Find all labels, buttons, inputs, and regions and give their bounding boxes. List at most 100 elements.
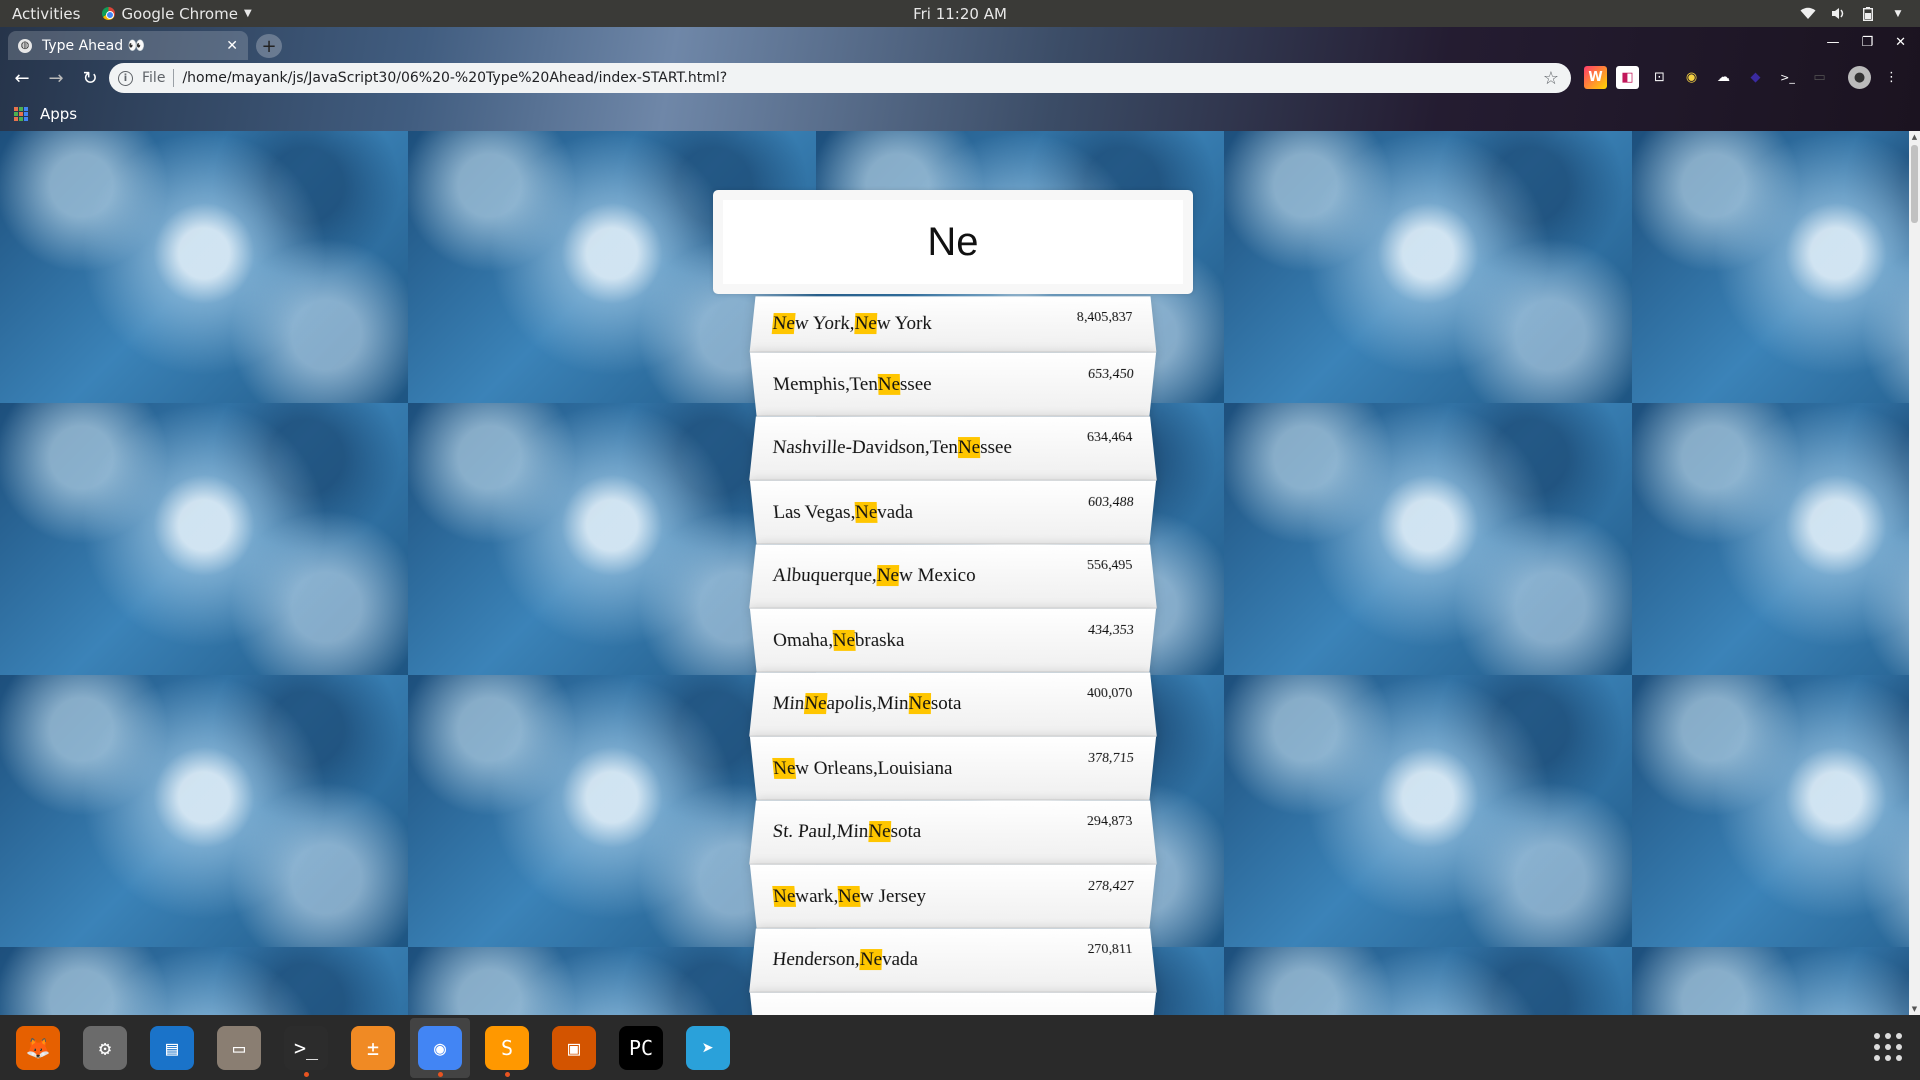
- dock-item[interactable]: ◉: [410, 1017, 470, 1078]
- suggestion-place: Memphis,TenNessee: [772, 373, 932, 395]
- reload-button[interactable]: ↻: [76, 64, 104, 92]
- extension-cloud-icon[interactable]: ☁: [1712, 66, 1735, 89]
- suggestion-item[interactable]: Memphis,TenNessee 653,450: [749, 352, 1157, 417]
- suggestion-item[interactable]: Albuquerque,New Mexico 556,495: [749, 544, 1157, 609]
- ubuntu-dock: 🦊 ⚙ ▤ ▭ >_ ± ◉ S ▣ PC ➤: [0, 1015, 1920, 1080]
- restore-icon[interactable]: ❐: [1861, 35, 1873, 50]
- place-text: ssee: [899, 373, 932, 395]
- scroll-down-arrow-icon[interactable]: ▼: [1909, 1003, 1920, 1015]
- dock-item[interactable]: ▭: [209, 1018, 269, 1078]
- tab-strip: ◍ Type Ahead 👀 ✕ + — ❐ ✕: [0, 27, 1920, 60]
- suggestion-place: Omaha,Nebraska: [772, 629, 905, 651]
- files-icon: ▭: [217, 1025, 261, 1070]
- firefox-icon: 🦊: [16, 1025, 60, 1070]
- place-text: Min: [771, 692, 806, 714]
- extension-palette-icon[interactable]: ◧: [1616, 66, 1639, 89]
- suggestion-place: MinNeapolis,MinNesota: [771, 692, 962, 715]
- dock-item[interactable]: ➤: [678, 1018, 738, 1078]
- minimize-icon[interactable]: —: [1826, 35, 1839, 50]
- suggestion-item[interactable]: New Orleans,Louisiana 378,715: [749, 736, 1157, 801]
- running-indicator: [303, 1071, 309, 1077]
- suggestion-place: Henderson,Nevada: [772, 948, 919, 971]
- search-form: New York,New York8,405,837Memphis,TenNes…: [713, 190, 1193, 1015]
- extension-terminal-icon[interactable]: >_: [1776, 66, 1799, 89]
- highlighted-match: Ne: [876, 564, 900, 586]
- search-input[interactable]: [723, 200, 1183, 284]
- window-controls: — ❐ ✕: [1826, 35, 1906, 50]
- extension-w-icon[interactable]: W: [1584, 66, 1607, 89]
- dock-item[interactable]: >_: [276, 1018, 336, 1078]
- suggestion-item[interactable]: St. Paul,MinNesota 294,873: [749, 800, 1157, 865]
- settings-icon: ⚙: [83, 1025, 127, 1070]
- highlighted-match: Ne: [957, 436, 981, 458]
- suggestions-list: New York,New York 8,405,837 Memphis,TenNes…: [749, 294, 1157, 1015]
- extension-yellow-icon[interactable]: ◉: [1680, 66, 1703, 89]
- page-viewport: New York,New York8,405,837Memphis,TenNes…: [0, 131, 1909, 1015]
- place-text: Memphis,Ten: [772, 373, 879, 395]
- bookmark-apps[interactable]: Apps: [40, 105, 77, 123]
- system-menu-chevron-icon[interactable]: ▼: [1890, 7, 1906, 21]
- app-menu[interactable]: Google Chrome ▼: [102, 5, 252, 23]
- suggestion-population: 270,811: [1087, 942, 1134, 957]
- dock-item[interactable]: ±: [343, 1018, 403, 1078]
- suggestion-item[interactable]: Omaha,Nebraska 434,353: [749, 608, 1157, 673]
- info-icon[interactable]: i: [118, 70, 133, 86]
- globe-icon: ◍: [18, 38, 32, 53]
- gnome-top-bar: Activities Google Chrome ▼ Fri 11:20 AM …: [0, 0, 1920, 27]
- dock-item[interactable]: ⚙: [75, 1018, 135, 1078]
- suggestion-item[interactable]: Henderson,Nevada 270,811: [749, 928, 1157, 993]
- bookmark-star-icon[interactable]: ☆: [1543, 68, 1559, 89]
- page-scrollbar[interactable]: ▲ ▼: [1909, 131, 1920, 1015]
- scrollbar-thumb[interactable]: [1911, 145, 1918, 223]
- show-applications-icon[interactable]: [1874, 1033, 1902, 1061]
- place-text: vada: [881, 948, 919, 970]
- suggestion-place: Las Vegas,Nevada: [772, 501, 913, 523]
- activities-button[interactable]: Activities: [12, 5, 80, 23]
- tab-title: Type Ahead 👀: [42, 37, 146, 54]
- extension-cast-icon[interactable]: ▭: [1808, 66, 1831, 89]
- chrome-icon: [102, 7, 116, 20]
- dock-item[interactable]: ▣: [544, 1018, 604, 1078]
- suggestion-population: 278,427: [1087, 878, 1135, 894]
- suggestion-item[interactable]: [749, 992, 1157, 1015]
- new-tab-button[interactable]: +: [256, 34, 282, 58]
- apps-grid-icon[interactable]: [14, 106, 28, 121]
- dock-item[interactable]: ▤: [142, 1018, 202, 1078]
- highlighted-match: Ne: [908, 692, 931, 714]
- place-text: w Orleans,Louisiana: [794, 757, 953, 779]
- dock-item[interactable]: PC: [611, 1018, 671, 1078]
- system-tray[interactable]: ▼: [1800, 6, 1906, 21]
- terminal-icon: >_: [284, 1025, 328, 1070]
- place-text: w York: [876, 312, 932, 334]
- dock-item[interactable]: 🦊: [8, 1018, 68, 1078]
- scroll-up-arrow-icon[interactable]: ▲: [1909, 131, 1920, 143]
- suggestion-item[interactable]: Newark,New Jersey 278,427: [749, 864, 1157, 929]
- forward-button[interactable]: →: [42, 64, 70, 92]
- profile-avatar[interactable]: ●: [1848, 66, 1871, 89]
- wifi-icon[interactable]: [1800, 7, 1816, 21]
- place-text: wark,: [794, 885, 839, 907]
- clock[interactable]: Fri 11:20 AM: [0, 5, 1920, 23]
- dock-item[interactable]: S: [477, 1018, 537, 1078]
- place-text: w Jersey: [859, 885, 927, 907]
- suggestion-population: 8,405,837: [1076, 310, 1134, 326]
- kebab-menu-icon[interactable]: ⋮: [1880, 66, 1903, 89]
- suggestion-item[interactable]: New York,New York 8,405,837: [749, 296, 1157, 353]
- close-window-icon[interactable]: ✕: [1895, 35, 1906, 50]
- browser-toolbar: ← → ↻ i File /home/mayank/js/JavaScript3…: [0, 60, 1920, 96]
- suggestion-item[interactable]: Las Vegas,Nevada 603,488: [749, 480, 1157, 545]
- address-bar[interactable]: i File /home/mayank/js/JavaScript30/06%2…: [109, 63, 1571, 93]
- close-tab-icon[interactable]: ✕: [226, 38, 238, 54]
- back-button[interactable]: ←: [8, 64, 36, 92]
- highlighted-match: Ne: [771, 312, 796, 334]
- volume-icon[interactable]: [1830, 7, 1846, 21]
- place-text: Las Vegas,: [772, 501, 856, 523]
- tab-type-ahead[interactable]: ◍ Type Ahead 👀 ✕: [8, 31, 248, 60]
- suggestion-item[interactable]: Nashville-Davidson,TenNessee 634,464: [749, 416, 1157, 481]
- extension-screenshot-icon[interactable]: ⊡: [1648, 66, 1671, 89]
- place-text: St. Paul,Min: [771, 820, 869, 842]
- extension-diamond-icon[interactable]: ◆: [1744, 66, 1767, 89]
- suggestion-item[interactable]: MinNeapolis,MinNesota 400,070: [749, 672, 1157, 737]
- address-url[interactable]: /home/mayank/js/JavaScript30/06%20-%20Ty…: [182, 70, 1542, 86]
- battery-icon[interactable]: [1860, 6, 1876, 21]
